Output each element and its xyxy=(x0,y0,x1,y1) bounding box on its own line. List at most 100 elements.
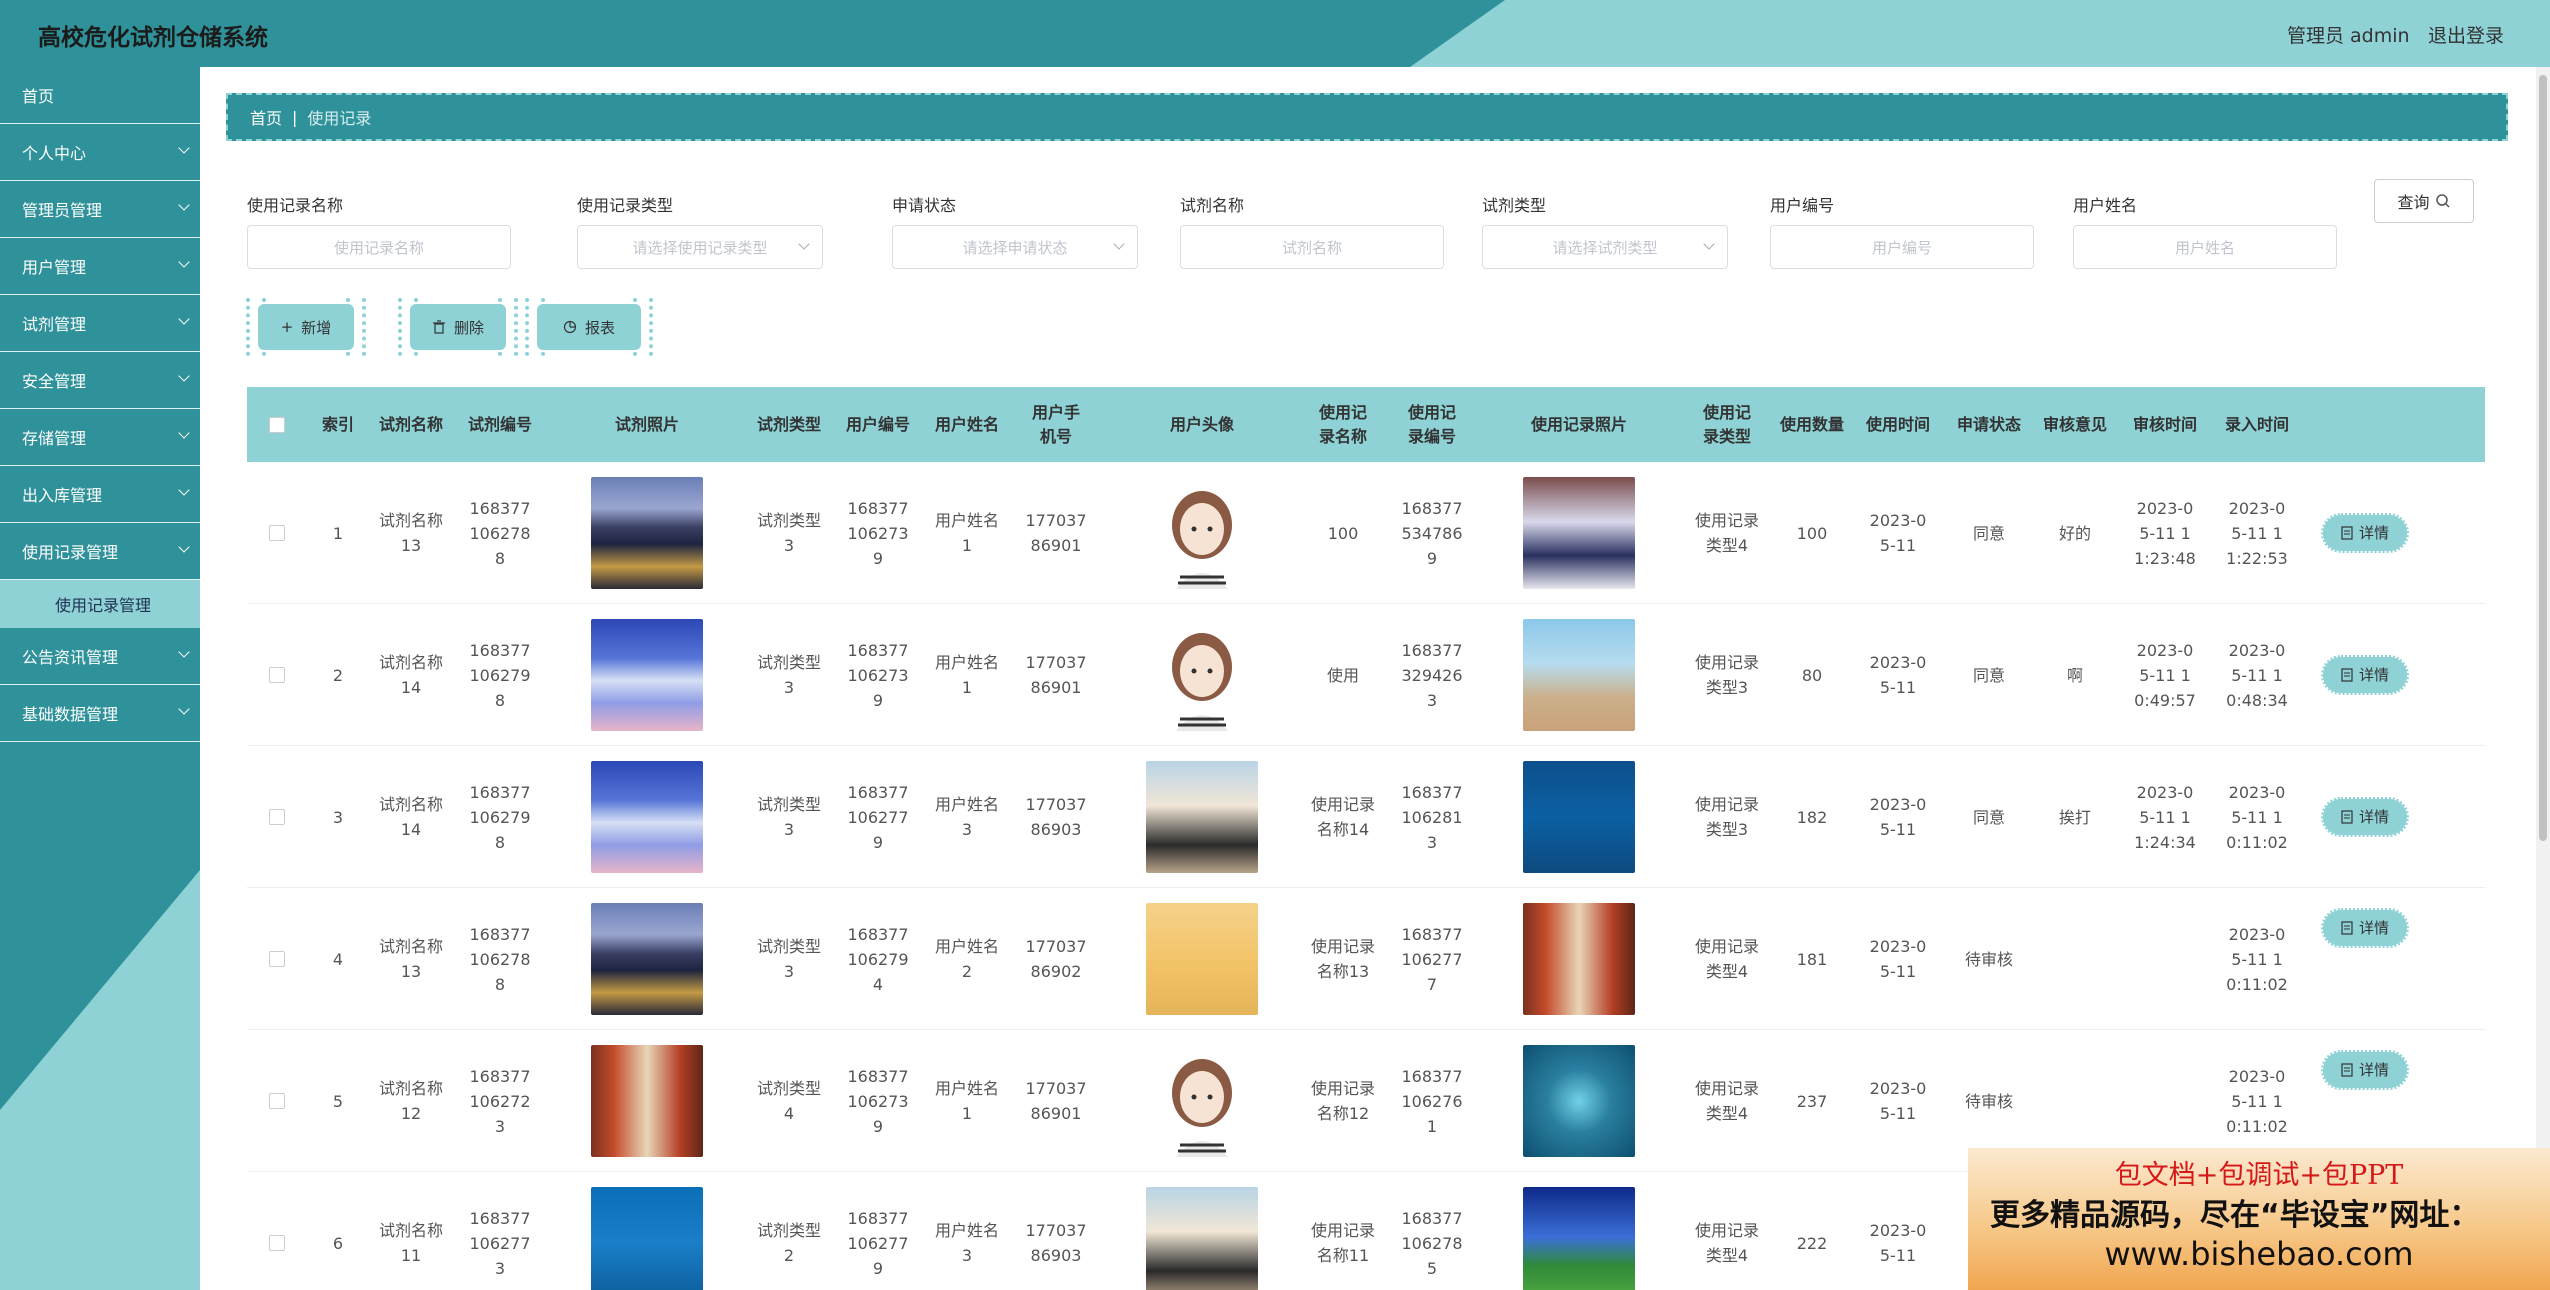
beach-photo[interactable] xyxy=(1523,619,1635,731)
cell-user-name: 用户姓名1 xyxy=(925,462,1009,604)
sidebar-item[interactable]: 安全管理 xyxy=(0,352,200,409)
delete-button-label: 删除 xyxy=(453,318,484,337)
ocean-photo[interactable] xyxy=(1523,761,1635,873)
detail-button[interactable]: 详情 xyxy=(2321,797,2409,837)
sky-photo[interactable] xyxy=(591,761,703,873)
sidebar-item[interactable]: 试剂管理 xyxy=(0,295,200,352)
column-header-label: 索引 xyxy=(321,414,354,434)
record-type-select[interactable]: 请选择使用记录类型 xyxy=(577,225,823,269)
cell-text: 使用记录名称12 xyxy=(1311,1079,1376,1123)
cell-user-no: 1683771062739 xyxy=(831,462,925,604)
girl-avatar[interactable] xyxy=(1146,1045,1258,1157)
document-icon xyxy=(2341,1063,2353,1077)
cell-text: 6 xyxy=(332,1233,344,1253)
chevron-down-icon xyxy=(1113,238,1125,250)
logout-link[interactable]: 退出登录 xyxy=(2428,21,2504,48)
sidebar-item[interactable]: 公告资讯管理 xyxy=(0,628,200,685)
cell-index: 4 xyxy=(307,888,369,1030)
row-checkbox[interactable] xyxy=(269,525,285,541)
detail-button[interactable]: 详情 xyxy=(2321,1050,2409,1090)
detail-button[interactable]: 详情 xyxy=(2321,908,2409,948)
sky-photo[interactable] xyxy=(591,619,703,731)
column-header-label: 录入时间 xyxy=(2224,414,2289,434)
city-photo[interactable] xyxy=(591,477,703,589)
column-header-label: 审核意见 xyxy=(2042,414,2107,434)
team-photo[interactable] xyxy=(1523,477,1635,589)
girl-avatar[interactable] xyxy=(1146,619,1258,731)
record-name-input[interactable]: 使用记录名称 xyxy=(247,225,511,269)
row-checkbox[interactable] xyxy=(269,667,285,683)
report-button[interactable]: 报表 xyxy=(525,298,653,356)
row-checkbox[interactable] xyxy=(269,1235,285,1251)
cell-text: 用户姓名1 xyxy=(935,653,1000,697)
conan-avatar[interactable] xyxy=(1146,903,1258,1015)
field-photo[interactable] xyxy=(1523,1187,1635,1290)
chevron-down-icon xyxy=(178,256,190,268)
sidebar-subitem-usage-record[interactable]: 使用记录管理 xyxy=(0,580,200,628)
detail-button[interactable]: 详情 xyxy=(2321,513,2409,553)
cell-avatar xyxy=(1103,746,1301,888)
filter-apply-status: 申请状态 请选择申请状态 xyxy=(892,192,1138,269)
column-header: 审核意见 xyxy=(2031,387,2119,462)
sidebar-item[interactable]: 个人中心 xyxy=(0,124,200,181)
cell-text: 1683771062777 xyxy=(1401,924,1463,994)
corridor-photo[interactable] xyxy=(1523,903,1635,1015)
cell-phone: 17703786902 xyxy=(1009,888,1103,1030)
sidebar-item[interactable]: 首页 xyxy=(0,67,200,124)
cell-text: 2023-05-11 11:24:34 xyxy=(2134,782,2196,852)
scrollbar-thumb[interactable] xyxy=(2539,75,2547,841)
cell-reagent-name: 试剂名称11 xyxy=(369,1172,453,1290)
detail-button-label: 详情 xyxy=(2358,1060,2389,1079)
add-button[interactable]: + 新增 xyxy=(246,298,366,356)
placeholder: 请选择申请状态 xyxy=(962,238,1068,257)
apply-status-select[interactable]: 请选择申请状态 xyxy=(892,225,1138,269)
cell-text: 使用记录类型4 xyxy=(1695,511,1760,555)
cell-text: 试剂名称13 xyxy=(379,511,444,555)
user-no-input[interactable]: 用户编号 xyxy=(1770,225,2034,269)
sidebar-item-label: 个人中心 xyxy=(22,144,87,163)
cell-text: 17703786903 xyxy=(1025,1221,1087,1265)
detail-button[interactable]: 详情 xyxy=(2321,655,2409,695)
cell-avatar xyxy=(1103,604,1301,746)
page-scrollbar[interactable] xyxy=(2536,67,2550,1290)
select-all-checkbox[interactable] xyxy=(269,416,285,433)
cell-status: 同意 xyxy=(1947,604,2031,746)
sidebar-item[interactable]: 基础数据管理 xyxy=(0,685,200,742)
reagent-name-input[interactable]: 试剂名称 xyxy=(1180,225,1444,269)
user-name-input[interactable]: 用户姓名 xyxy=(2073,225,2337,269)
sidebar-item[interactable]: 用户管理 xyxy=(0,238,200,295)
search-button[interactable]: 查询 xyxy=(2374,179,2474,223)
row-checkbox[interactable] xyxy=(269,951,285,967)
girl-avatar[interactable] xyxy=(1146,477,1258,589)
corridor-photo[interactable] xyxy=(591,1045,703,1157)
cell-index: 5 xyxy=(307,1030,369,1172)
chevron-down-icon xyxy=(178,370,190,382)
row-checkbox[interactable] xyxy=(269,809,285,825)
reagent-type-select[interactable]: 请选择试剂类型 xyxy=(1482,225,1728,269)
sidebar-item[interactable]: 使用记录管理 xyxy=(0,523,200,580)
filter-label: 用户编号 xyxy=(1770,196,1835,215)
heart-photo[interactable] xyxy=(1523,1045,1635,1157)
filter-label: 申请状态 xyxy=(892,196,957,215)
column-header-label: 试剂类型 xyxy=(756,414,821,434)
cell-record-photo xyxy=(1479,888,1679,1030)
boy-avatar[interactable] xyxy=(1146,1187,1258,1290)
breadcrumb-home[interactable]: 首页 xyxy=(250,105,282,129)
column-header: 试剂编号 xyxy=(453,387,547,462)
column-header: 用户头像 xyxy=(1103,387,1301,462)
sidebar-item[interactable]: 存储管理 xyxy=(0,409,200,466)
cell-user-no: 1683771062779 xyxy=(831,1172,925,1290)
boy-avatar[interactable] xyxy=(1146,761,1258,873)
cell-text: 使用记录类型4 xyxy=(1695,1221,1760,1265)
row-checkbox[interactable] xyxy=(269,1093,285,1109)
search-icon xyxy=(2435,194,2450,208)
delete-button[interactable]: 删除 xyxy=(398,298,518,356)
cell-reagent-photo xyxy=(547,1030,747,1172)
cell-phone: 17703786901 xyxy=(1009,1030,1103,1172)
city-photo[interactable] xyxy=(591,903,703,1015)
sidebar-item[interactable]: 管理员管理 xyxy=(0,181,200,238)
column-header: 使用记录照片 xyxy=(1479,387,1679,462)
cell-text: 2 xyxy=(332,665,344,685)
sea-photo[interactable] xyxy=(591,1187,703,1290)
sidebar-item[interactable]: 出入库管理 xyxy=(0,466,200,523)
